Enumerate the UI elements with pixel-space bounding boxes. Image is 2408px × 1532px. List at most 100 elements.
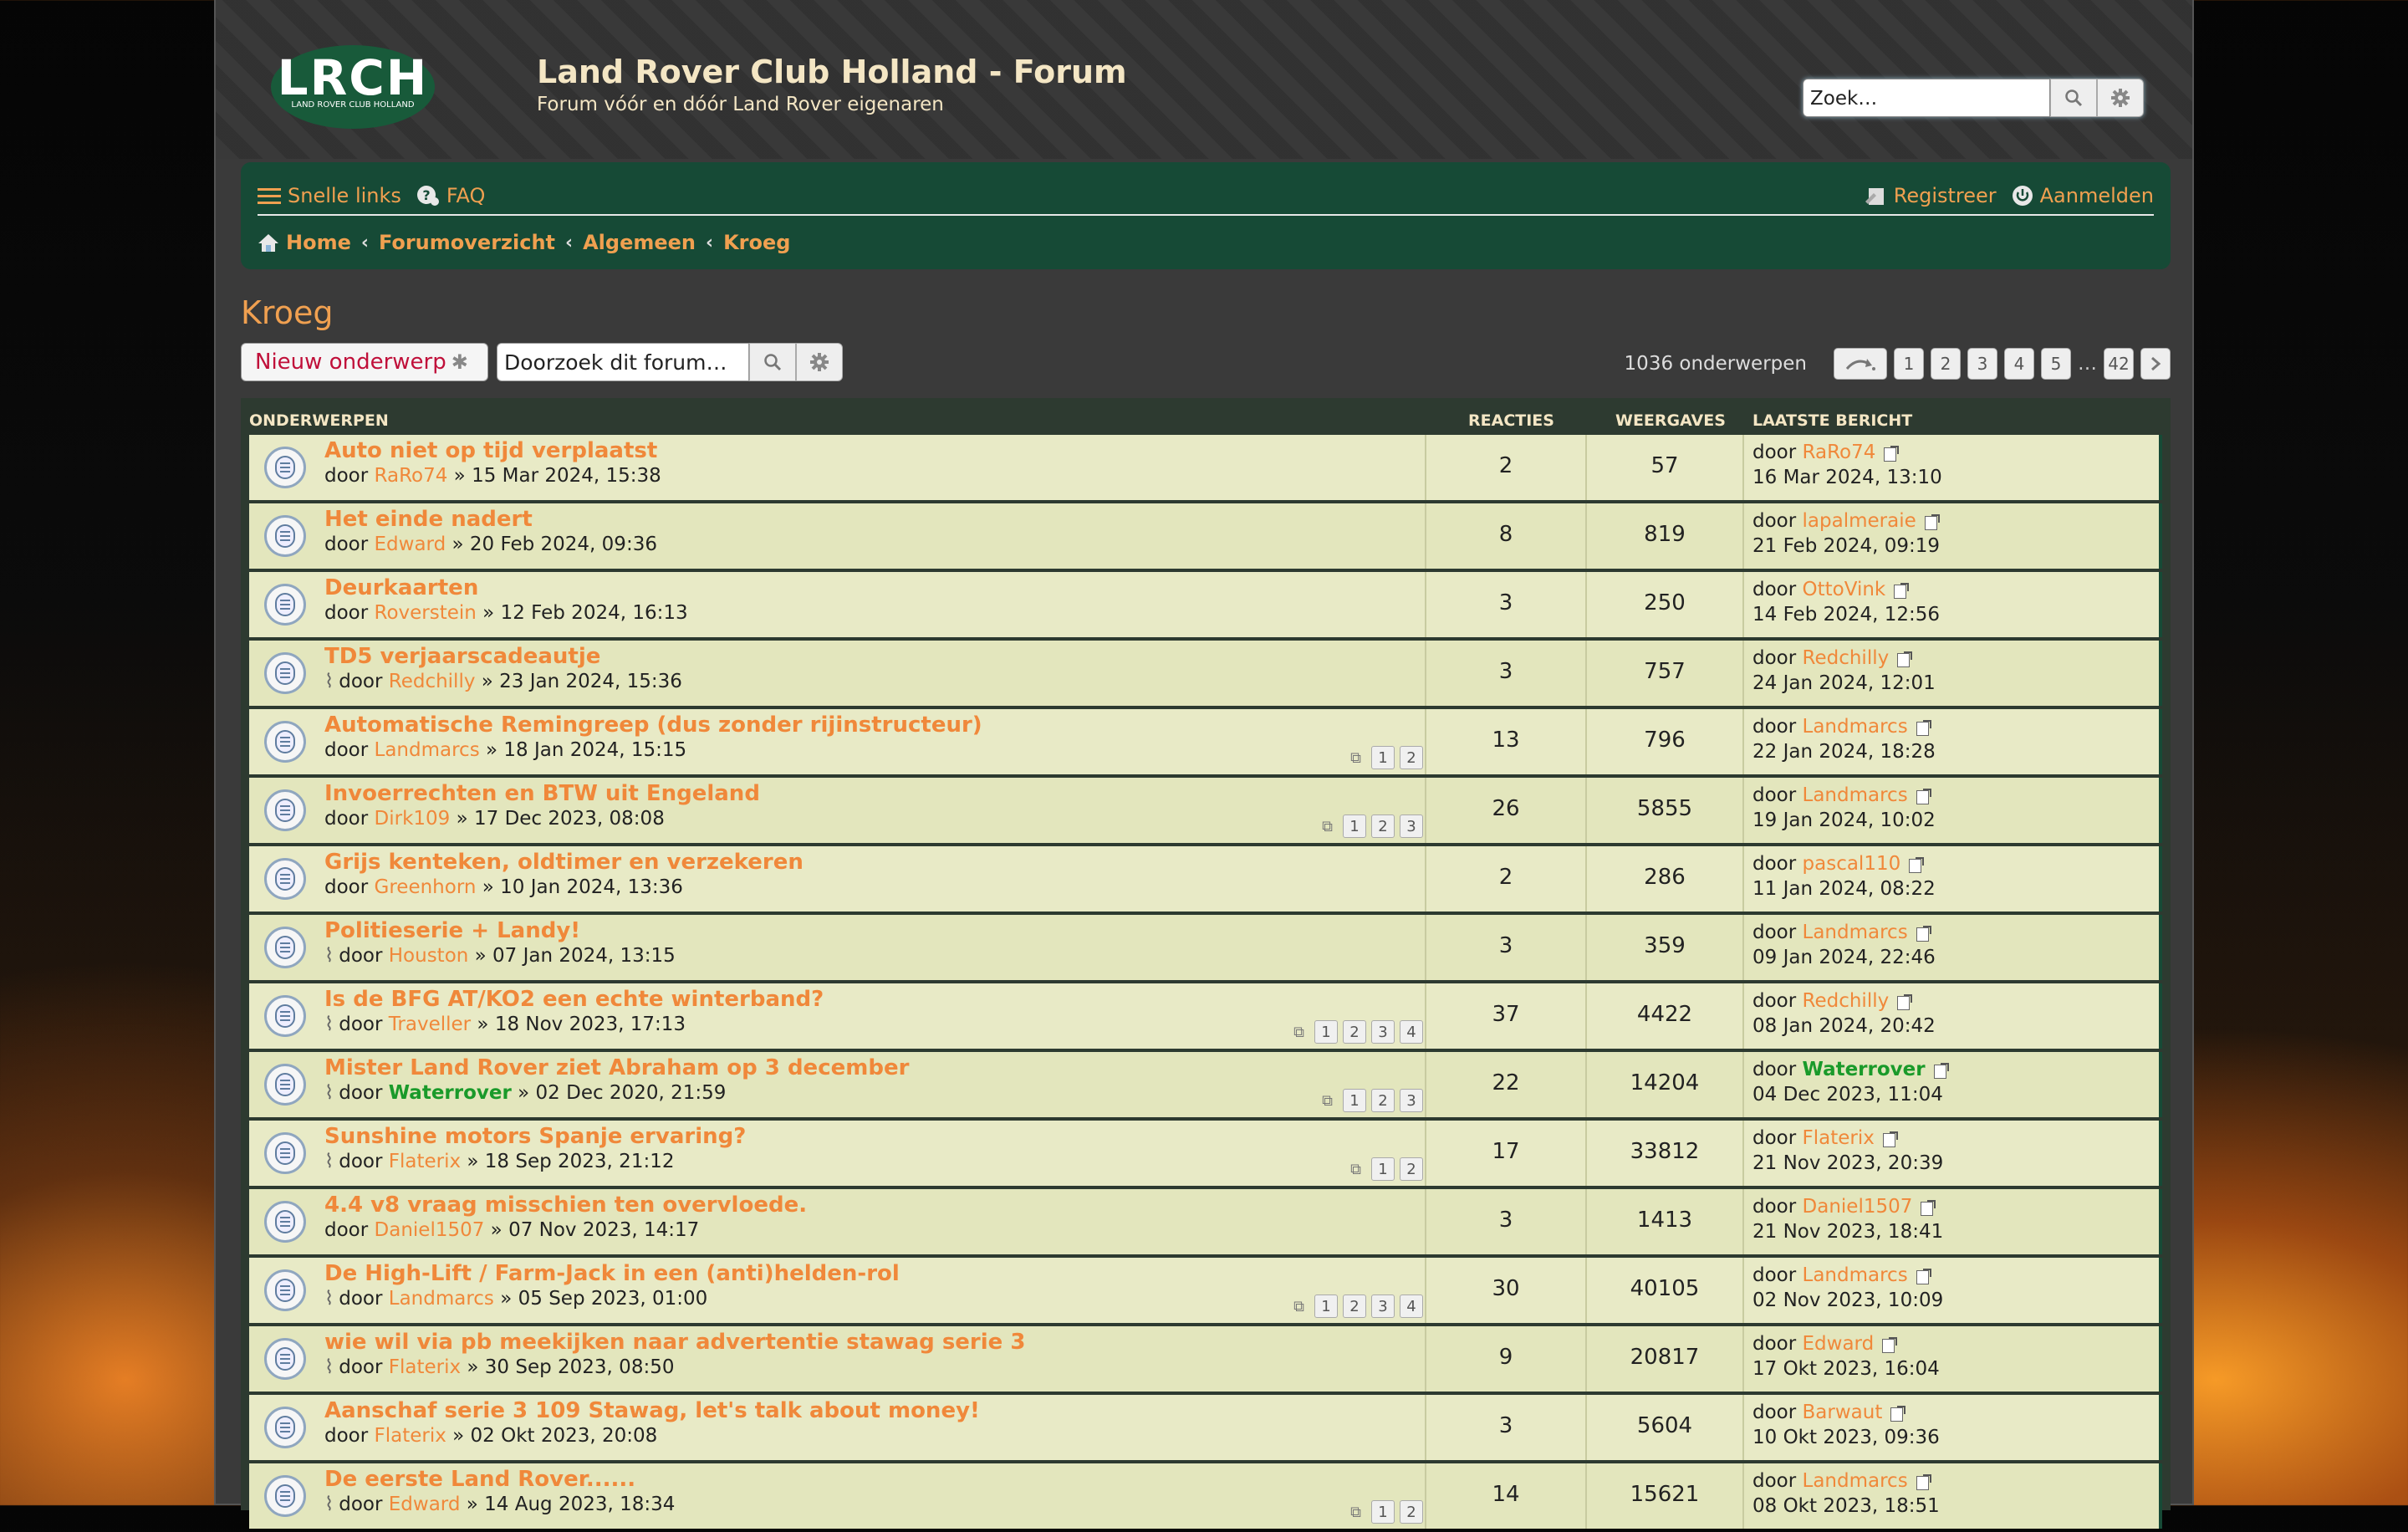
topic-page-button[interactable]: 1 <box>1343 815 1366 838</box>
topic-author-link[interactable]: Dirk109 <box>375 808 451 830</box>
topic-author-link[interactable]: Daniel1507 <box>375 1219 485 1241</box>
goto-last-post-icon[interactable] <box>1884 445 1900 462</box>
topic-page-button[interactable]: 4 <box>1400 1295 1423 1318</box>
page-button-3[interactable]: 3 <box>1967 348 1997 380</box>
faq-link[interactable]: ? FAQ <box>416 184 485 207</box>
goto-last-post-icon[interactable] <box>1882 1336 1898 1353</box>
new-topic-button[interactable]: Nieuw onderwerp ✱ <box>241 343 488 381</box>
site-title[interactable]: Land Rover Club Holland - Forum <box>537 54 1127 90</box>
topic-row[interactable]: Deurkaarten door Roverstein » 12 Feb 202… <box>249 572 2162 637</box>
topic-page-button[interactable]: 2 <box>1343 1295 1366 1318</box>
topic-page-button[interactable]: 2 <box>1371 1089 1395 1112</box>
topic-row[interactable]: Is de BFG AT/KO2 een echte winterband? ⌇… <box>249 983 2162 1049</box>
goto-last-post-icon[interactable] <box>1933 1062 1949 1079</box>
quick-links-menu[interactable]: Snelle links <box>258 184 401 207</box>
topic-author-link[interactable]: Roverstein <box>375 602 477 624</box>
topic-row[interactable]: Grijs kenteken, oldtimer en verzekeren d… <box>249 846 2162 912</box>
topic-title[interactable]: Aanschaf serie 3 109 Stawag, let's talk … <box>324 1398 980 1423</box>
topic-page-button[interactable]: 4 <box>1400 1020 1423 1044</box>
topic-author-link[interactable]: Edward <box>375 534 446 555</box>
forum-search-input[interactable]: Doorzoek dit forum… <box>497 343 749 381</box>
topic-title[interactable]: Grijs kenteken, oldtimer en verzekeren <box>324 850 804 875</box>
topic-title[interactable]: Sunshine motors Spanje ervaring? <box>324 1124 746 1149</box>
topic-page-button[interactable]: 2 <box>1371 815 1395 838</box>
last-post-user-link[interactable]: RaRo74 <box>1803 442 1876 463</box>
topic-author-link[interactable]: Flaterix <box>389 1356 461 1378</box>
goto-last-post-icon[interactable] <box>1897 993 1913 1010</box>
last-post-user-link[interactable]: Landmarcs <box>1803 1470 1908 1492</box>
topic-page-button[interactable]: 1 <box>1371 746 1395 769</box>
login-link[interactable]: Aanmelden <box>2012 184 2154 207</box>
topic-title[interactable]: 4.4 v8 vraag misschien ten overvloede. <box>324 1192 807 1218</box>
last-post-user-link[interactable]: Landmarcs <box>1803 716 1908 738</box>
goto-last-post-icon[interactable] <box>1916 925 1931 942</box>
topic-row[interactable]: Het einde nadert door Edward » 20 Feb 20… <box>249 503 2162 569</box>
last-post-user-link[interactable]: Redchilly <box>1803 647 1890 669</box>
next-page-button[interactable] <box>2140 348 2171 380</box>
topic-title[interactable]: TD5 verjaarscadeautje <box>324 644 600 669</box>
last-post-user-link[interactable]: Daniel1507 <box>1803 1196 1913 1218</box>
topic-author-link[interactable]: Greenhorn <box>375 876 477 898</box>
site-logo[interactable]: LRCH LAND ROVER CLUB HOLLAND <box>271 45 435 129</box>
goto-last-post-icon[interactable] <box>1916 788 1931 804</box>
topic-title[interactable]: Automatische Remingreep (dus zonder riji… <box>324 712 982 738</box>
topic-page-button[interactable]: 1 <box>1371 1157 1395 1181</box>
last-post-user-link[interactable]: pascal110 <box>1803 853 1901 875</box>
goto-last-post-icon[interactable] <box>1924 513 1940 530</box>
last-post-user-link[interactable]: Waterrover <box>1803 1059 1926 1080</box>
topic-page-button[interactable]: 1 <box>1314 1295 1338 1318</box>
jump-to-page-button[interactable] <box>1834 348 1887 380</box>
forum-advanced-search-button[interactable] <box>796 343 843 381</box>
last-post-user-link[interactable]: Landmarcs <box>1803 1264 1908 1286</box>
topic-page-button[interactable]: 3 <box>1400 815 1423 838</box>
topic-page-button[interactable]: 2 <box>1400 1157 1423 1181</box>
topic-author-link[interactable]: Flaterix <box>389 1151 461 1172</box>
goto-last-post-icon[interactable] <box>1890 1405 1906 1422</box>
topic-row[interactable]: 4.4 v8 vraag misschien ten overvloede. d… <box>249 1189 2162 1254</box>
page-button-4[interactable]: 4 <box>2004 348 2034 380</box>
page-button-1[interactable]: 1 <box>1894 348 1924 380</box>
topic-page-button[interactable]: 1 <box>1343 1089 1366 1112</box>
topic-row[interactable]: Sunshine motors Spanje ervaring? ⌇ door F… <box>249 1121 2162 1186</box>
topic-author-link[interactable]: Edward <box>389 1494 461 1515</box>
register-link[interactable]: Registreer <box>1864 184 1997 207</box>
topic-author-link[interactable]: Houston <box>389 945 469 967</box>
topic-title[interactable]: wie wil via pb meekijken naar advertenti… <box>324 1330 1025 1355</box>
forum-search-button[interactable] <box>749 343 796 381</box>
topic-row[interactable]: Aanschaf serie 3 109 Stawag, let's talk … <box>249 1395 2162 1460</box>
goto-last-post-icon[interactable] <box>1894 582 1910 599</box>
topic-author-link[interactable]: Redchilly <box>389 671 476 692</box>
topic-author-link[interactable]: Waterrover <box>389 1082 512 1104</box>
topic-row[interactable]: Automatische Remingreep (dus zonder riji… <box>249 709 2162 774</box>
topic-title[interactable]: De eerste Land Rover...... <box>324 1467 635 1492</box>
goto-last-post-icon[interactable] <box>1897 651 1913 667</box>
topic-row[interactable]: Invoerrechten en BTW uit Engeland door D… <box>249 778 2162 843</box>
topic-page-button[interactable]: 3 <box>1371 1295 1395 1318</box>
breadcrumb-algemeen[interactable]: Algemeen <box>583 231 696 254</box>
topic-row[interactable]: Politieserie + Landy! ⌇ door Houston » 07… <box>249 915 2162 980</box>
topic-page-button[interactable]: 2 <box>1400 1500 1423 1524</box>
topic-title[interactable]: Politieserie + Landy! <box>324 918 580 943</box>
topic-page-button[interactable]: 2 <box>1400 746 1423 769</box>
goto-last-post-icon[interactable] <box>1909 856 1925 873</box>
topic-author-link[interactable]: RaRo74 <box>375 465 448 487</box>
header-search-button[interactable] <box>2050 79 2097 117</box>
topic-page-button[interactable]: 2 <box>1343 1020 1366 1044</box>
goto-last-post-icon[interactable] <box>1916 1473 1931 1490</box>
topic-row[interactable]: wie wil via pb meekijken naar advertenti… <box>249 1326 2162 1392</box>
page-button-2[interactable]: 2 <box>1931 348 1961 380</box>
last-post-user-link[interactable]: Edward <box>1803 1333 1875 1355</box>
last-post-user-link[interactable]: lapalmeraie <box>1803 510 1916 532</box>
breadcrumb-home[interactable]: Home <box>286 231 351 254</box>
topic-title[interactable]: Deurkaarten <box>324 575 478 600</box>
page-button-42[interactable]: 42 <box>2104 348 2134 380</box>
topic-row[interactable]: De eerste Land Rover...... ⌇ door Edward … <box>249 1463 2162 1529</box>
breadcrumb-kroeg[interactable]: Kroeg <box>723 231 790 254</box>
topic-title[interactable]: De High-Lift / Farm-Jack in een (anti)he… <box>324 1261 900 1286</box>
topic-author-link[interactable]: Flaterix <box>375 1425 446 1447</box>
topic-title[interactable]: Is de BFG AT/KO2 een echte winterband? <box>324 987 824 1012</box>
last-post-user-link[interactable]: Landmarcs <box>1803 784 1908 806</box>
last-post-user-link[interactable]: Landmarcs <box>1803 922 1908 943</box>
header-search-input[interactable]: Zoek… <box>1803 79 2050 117</box>
topic-author-link[interactable]: Traveller <box>389 1014 471 1035</box>
